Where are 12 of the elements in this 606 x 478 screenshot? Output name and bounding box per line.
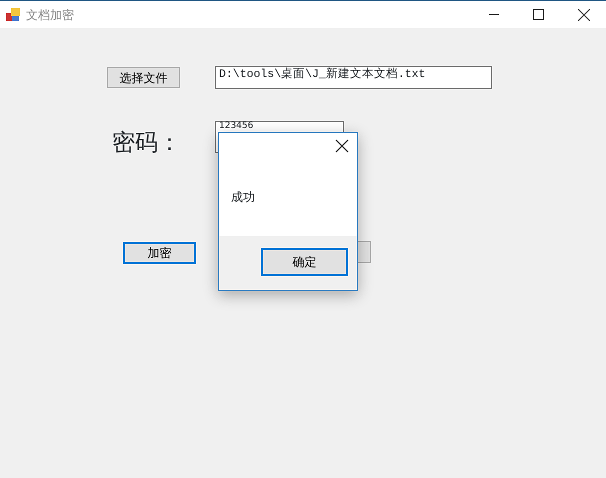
ok-button[interactable]: 确定	[261, 248, 348, 276]
minimize-icon	[488, 14, 498, 16]
password-label: 密码：	[112, 129, 181, 158]
app-icon	[6, 8, 20, 22]
select-file-button[interactable]: 选择文件	[107, 67, 180, 88]
message-text: 成功	[231, 189, 255, 206]
window-title: 文档加密	[26, 6, 74, 24]
close-icon	[578, 8, 590, 20]
file-path-field[interactable]: D:\tools\桌面\J_新建文本文档.txt	[215, 66, 492, 89]
encrypt-button[interactable]: 加密	[123, 242, 196, 264]
close-icon[interactable]	[335, 139, 349, 153]
maximize-icon	[533, 9, 544, 20]
